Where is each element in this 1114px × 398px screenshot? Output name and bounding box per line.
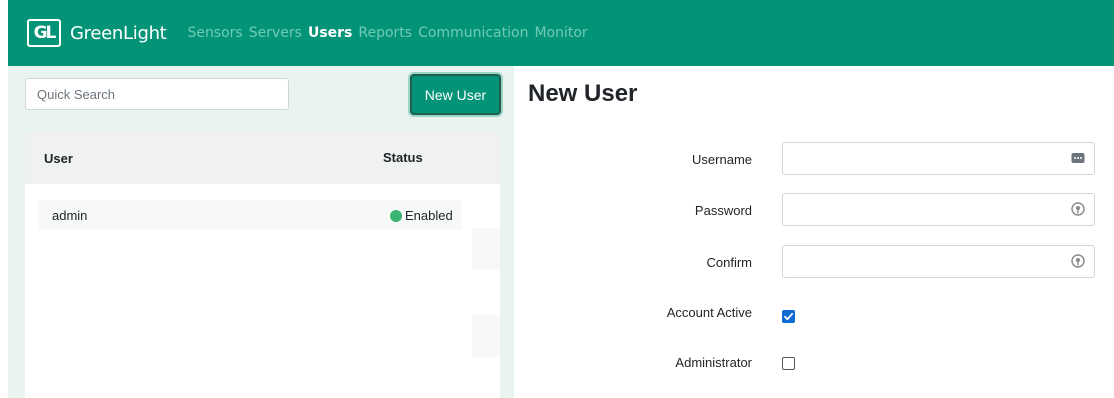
username-field[interactable] — [782, 142, 1095, 175]
brand-name: GreenLight — [70, 22, 167, 44]
account-active-checkbox[interactable] — [782, 310, 795, 323]
status-badge: Enabled — [390, 208, 453, 223]
autofill-key-icon[interactable] — [1071, 151, 1085, 165]
main-nav: Sensors Servers Users Reports Communicat… — [187, 25, 593, 41]
page-title: New User — [528, 80, 638, 107]
username-label: Username — [692, 152, 752, 167]
status-label: Enabled — [405, 208, 453, 223]
user-list-panel: New User User Status admin Enabled — [8, 66, 514, 398]
nav-item-users[interactable]: Users — [308, 25, 352, 41]
nav-item-reports[interactable]: Reports — [358, 25, 412, 41]
nav-item-sensors[interactable]: Sensors — [187, 25, 242, 41]
column-header-status[interactable]: Status — [383, 150, 423, 165]
account-active-label: Account Active — [666, 305, 752, 320]
table-row[interactable]: admin Enabled — [38, 200, 462, 230]
new-user-button[interactable]: New User — [410, 74, 501, 115]
administrator-checkbox[interactable] — [782, 357, 795, 370]
checkmark-icon — [784, 312, 794, 321]
status-dot-icon — [390, 209, 402, 222]
nav-item-communication[interactable]: Communication — [418, 25, 528, 41]
row-stripe — [472, 228, 500, 270]
table-header: User Status — [25, 132, 500, 184]
nav-item-monitor[interactable]: Monitor — [534, 25, 587, 41]
password-manager-icon[interactable] — [1071, 202, 1085, 216]
confirm-password-field[interactable] — [782, 245, 1095, 278]
column-header-user[interactable]: User — [44, 151, 73, 166]
quick-search-input[interactable] — [25, 78, 289, 110]
administrator-label: Administrator — [675, 355, 752, 370]
top-nav-bar: GL GreenLight Sensors Servers Users Repo… — [8, 0, 1114, 66]
confirm-label: Confirm — [706, 255, 752, 270]
nav-item-servers[interactable]: Servers — [249, 25, 302, 41]
row-username: admin — [52, 208, 88, 223]
password-label: Password — [694, 203, 752, 218]
users-table: User Status admin Enabled — [25, 132, 500, 398]
logo-badge-icon: GL — [27, 19, 61, 47]
row-stripe — [472, 315, 500, 357]
password-field[interactable] — [782, 193, 1095, 226]
password-manager-icon[interactable] — [1071, 254, 1085, 268]
app-logo[interactable]: GL GreenLight — [27, 19, 167, 47]
